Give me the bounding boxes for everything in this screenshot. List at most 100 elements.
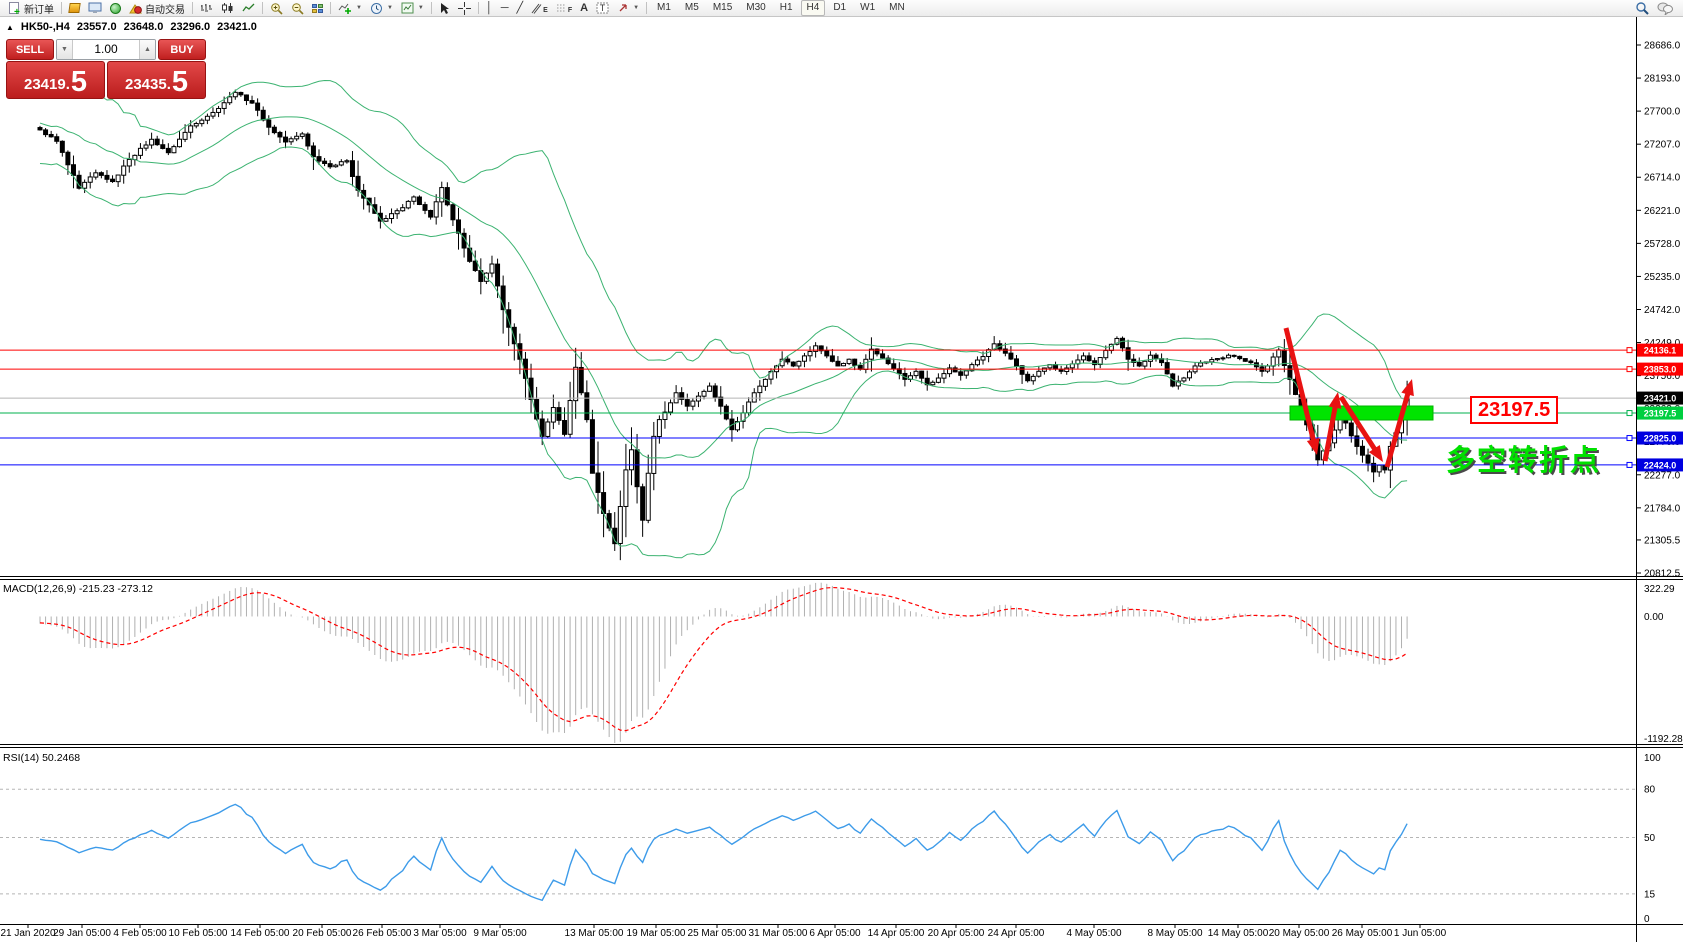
vertical-line-button[interactable]: │: [482, 1, 497, 16]
svg-text:14 Apr 05:00: 14 Apr 05:00: [868, 928, 925, 939]
separator: [431, 2, 432, 14]
volume-decrease-button[interactable]: ▼: [57, 40, 73, 59]
timeframe-w1[interactable]: W1: [854, 0, 881, 16]
channel-button[interactable]: E: [527, 1, 552, 16]
bar-chart-icon: [200, 2, 213, 14]
buy-button[interactable]: BUY: [158, 39, 206, 60]
timeframe-m1[interactable]: M1: [651, 0, 677, 16]
timeframe-m30[interactable]: M30: [740, 0, 771, 16]
timeframe-m15[interactable]: M15: [707, 0, 738, 16]
volume-input[interactable]: 1.00: [73, 40, 139, 59]
separator: [192, 2, 193, 14]
line-chart-icon: [242, 2, 255, 14]
timeframe-mn[interactable]: MN: [883, 0, 911, 16]
svg-text:-1192.28: -1192.28: [1644, 734, 1683, 745]
svg-text:322.29: 322.29: [1644, 584, 1675, 595]
svg-text:3 Mar 05:00: 3 Mar 05:00: [413, 928, 467, 939]
svg-text:21305.5: 21305.5: [1644, 535, 1681, 546]
svg-text:25 Mar 05:00: 25 Mar 05:00: [688, 928, 747, 939]
tile-windows-icon: [312, 4, 323, 13]
svg-text:20812.5: 20812.5: [1644, 569, 1681, 580]
symbol-name: HK50-,H4: [21, 21, 70, 33]
text-label-button[interactable]: T: [592, 1, 613, 16]
svg-text:22424.0: 22424.0: [1644, 460, 1677, 470]
svg-text:26 May 05:00: 26 May 05:00: [1332, 928, 1393, 939]
dropdown-caret: ▼: [633, 5, 639, 11]
horizontal-line-button[interactable]: ─: [497, 1, 513, 16]
svg-text:100: 100: [1644, 753, 1661, 764]
svg-text:0.00: 0.00: [1644, 612, 1664, 623]
svg-text:22825.0: 22825.0: [1644, 434, 1677, 444]
timeframe-m5[interactable]: M5: [679, 0, 705, 16]
buy-price-display[interactable]: 23435. 5: [107, 61, 206, 99]
trendline-button[interactable]: ╱: [513, 1, 528, 16]
search-button[interactable]: [1631, 1, 1653, 16]
symbol-info: ▲ HK50-,H4 23557.0 23648.0 23296.0 23421…: [6, 21, 257, 33]
turning-point-annotation[interactable]: 多空转折点: [1446, 437, 1601, 479]
timeframe-group: M1M5M15M30H1H4D1W1MN: [650, 0, 912, 16]
svg-text:8 May 05:00: 8 May 05:00: [1147, 928, 1202, 939]
chart-area[interactable]: 28686.028193.027700.027207.026714.026221…: [0, 0, 1683, 942]
ohlc-close: 23421.0: [217, 21, 257, 33]
candlestick-button[interactable]: [217, 1, 238, 16]
svg-text:21 Jan 2020: 21 Jan 2020: [0, 928, 55, 939]
autotrade-label: 自动交易: [145, 1, 185, 16]
svg-text:22277.0: 22277.0: [1644, 470, 1681, 481]
template-icon: [401, 2, 414, 14]
bar-chart-button[interactable]: [196, 1, 217, 16]
zoom-out-button[interactable]: [287, 1, 308, 16]
svg-text:13 Mar 05:00: 13 Mar 05:00: [565, 928, 624, 939]
tile-windows-button[interactable]: [308, 1, 327, 16]
fibonacci-button[interactable]: F: [552, 1, 576, 16]
rsi-label: RSI(14) 50.2468: [3, 752, 80, 764]
text-button[interactable]: A: [576, 1, 592, 16]
periods-button[interactable]: ▼: [366, 1, 397, 16]
zoom-in-button[interactable]: [266, 1, 287, 16]
level-price-label[interactable]: 23197.5: [1470, 396, 1558, 424]
dropdown-caret: ▼: [418, 5, 424, 11]
fibonacci-icon: [556, 3, 567, 14]
support-zone-rectangle[interactable]: [1290, 406, 1433, 420]
svg-text:0: 0: [1644, 914, 1650, 925]
sell-price-main: 23419.: [24, 73, 70, 97]
vertical-line-icon: │: [486, 2, 493, 15]
svg-text:31 Mar 05:00: 31 Mar 05:00: [749, 928, 808, 939]
autotrade-button[interactable]: 自动交易: [125, 1, 189, 16]
one-click-trading-panel: SELL ▼ 1.00 ▲ BUY 23419. 5 23435. 5: [6, 39, 206, 99]
cursor-button[interactable]: [435, 1, 454, 16]
timeframe-h4[interactable]: H4: [801, 0, 826, 16]
depth-of-market-button[interactable]: [84, 1, 106, 16]
volume-increase-button[interactable]: ▲: [139, 40, 155, 59]
chat-icon: [1657, 2, 1673, 15]
zoom-in-icon: [270, 2, 283, 15]
sell-price-display[interactable]: 23419. 5: [6, 61, 105, 99]
separator: [646, 2, 647, 14]
market-button[interactable]: [106, 1, 125, 16]
chat-button[interactable]: [1653, 1, 1677, 16]
quotes-button[interactable]: [65, 1, 84, 16]
trendline-icon: ╱: [517, 2, 524, 15]
collapse-panel-icon[interactable]: ▲: [6, 23, 14, 32]
timeframe-h1[interactable]: H1: [774, 0, 799, 16]
indicator-plus-icon: [338, 2, 352, 14]
arrows-button[interactable]: ▼: [613, 1, 643, 16]
new-order-button[interactable]: + 新订单: [3, 1, 58, 16]
search-icon: [1635, 1, 1649, 15]
svg-text:29 Jan 05:00: 29 Jan 05:00: [53, 928, 111, 939]
crosshair-button[interactable]: [454, 1, 475, 16]
svg-text:20 Feb 05:00: 20 Feb 05:00: [293, 928, 352, 939]
dropdown-caret: ▼: [387, 5, 393, 11]
templates-button[interactable]: ▼: [397, 1, 428, 16]
svg-text:23853.0: 23853.0: [1644, 365, 1677, 375]
svg-text:26714.0: 26714.0: [1644, 173, 1681, 184]
separator: [478, 2, 479, 14]
indicators-button[interactable]: ▼: [334, 1, 366, 16]
svg-text:20 Apr 05:00: 20 Apr 05:00: [928, 928, 985, 939]
timeframe-d1[interactable]: D1: [827, 0, 852, 16]
new-order-label: 新订单: [24, 1, 54, 16]
cube-icon: [68, 3, 80, 13]
svg-text:14 Feb 05:00: 14 Feb 05:00: [231, 928, 290, 939]
svg-text:27207.0: 27207.0: [1644, 140, 1681, 151]
sell-button[interactable]: SELL: [6, 39, 54, 60]
line-chart-button[interactable]: [238, 1, 259, 16]
